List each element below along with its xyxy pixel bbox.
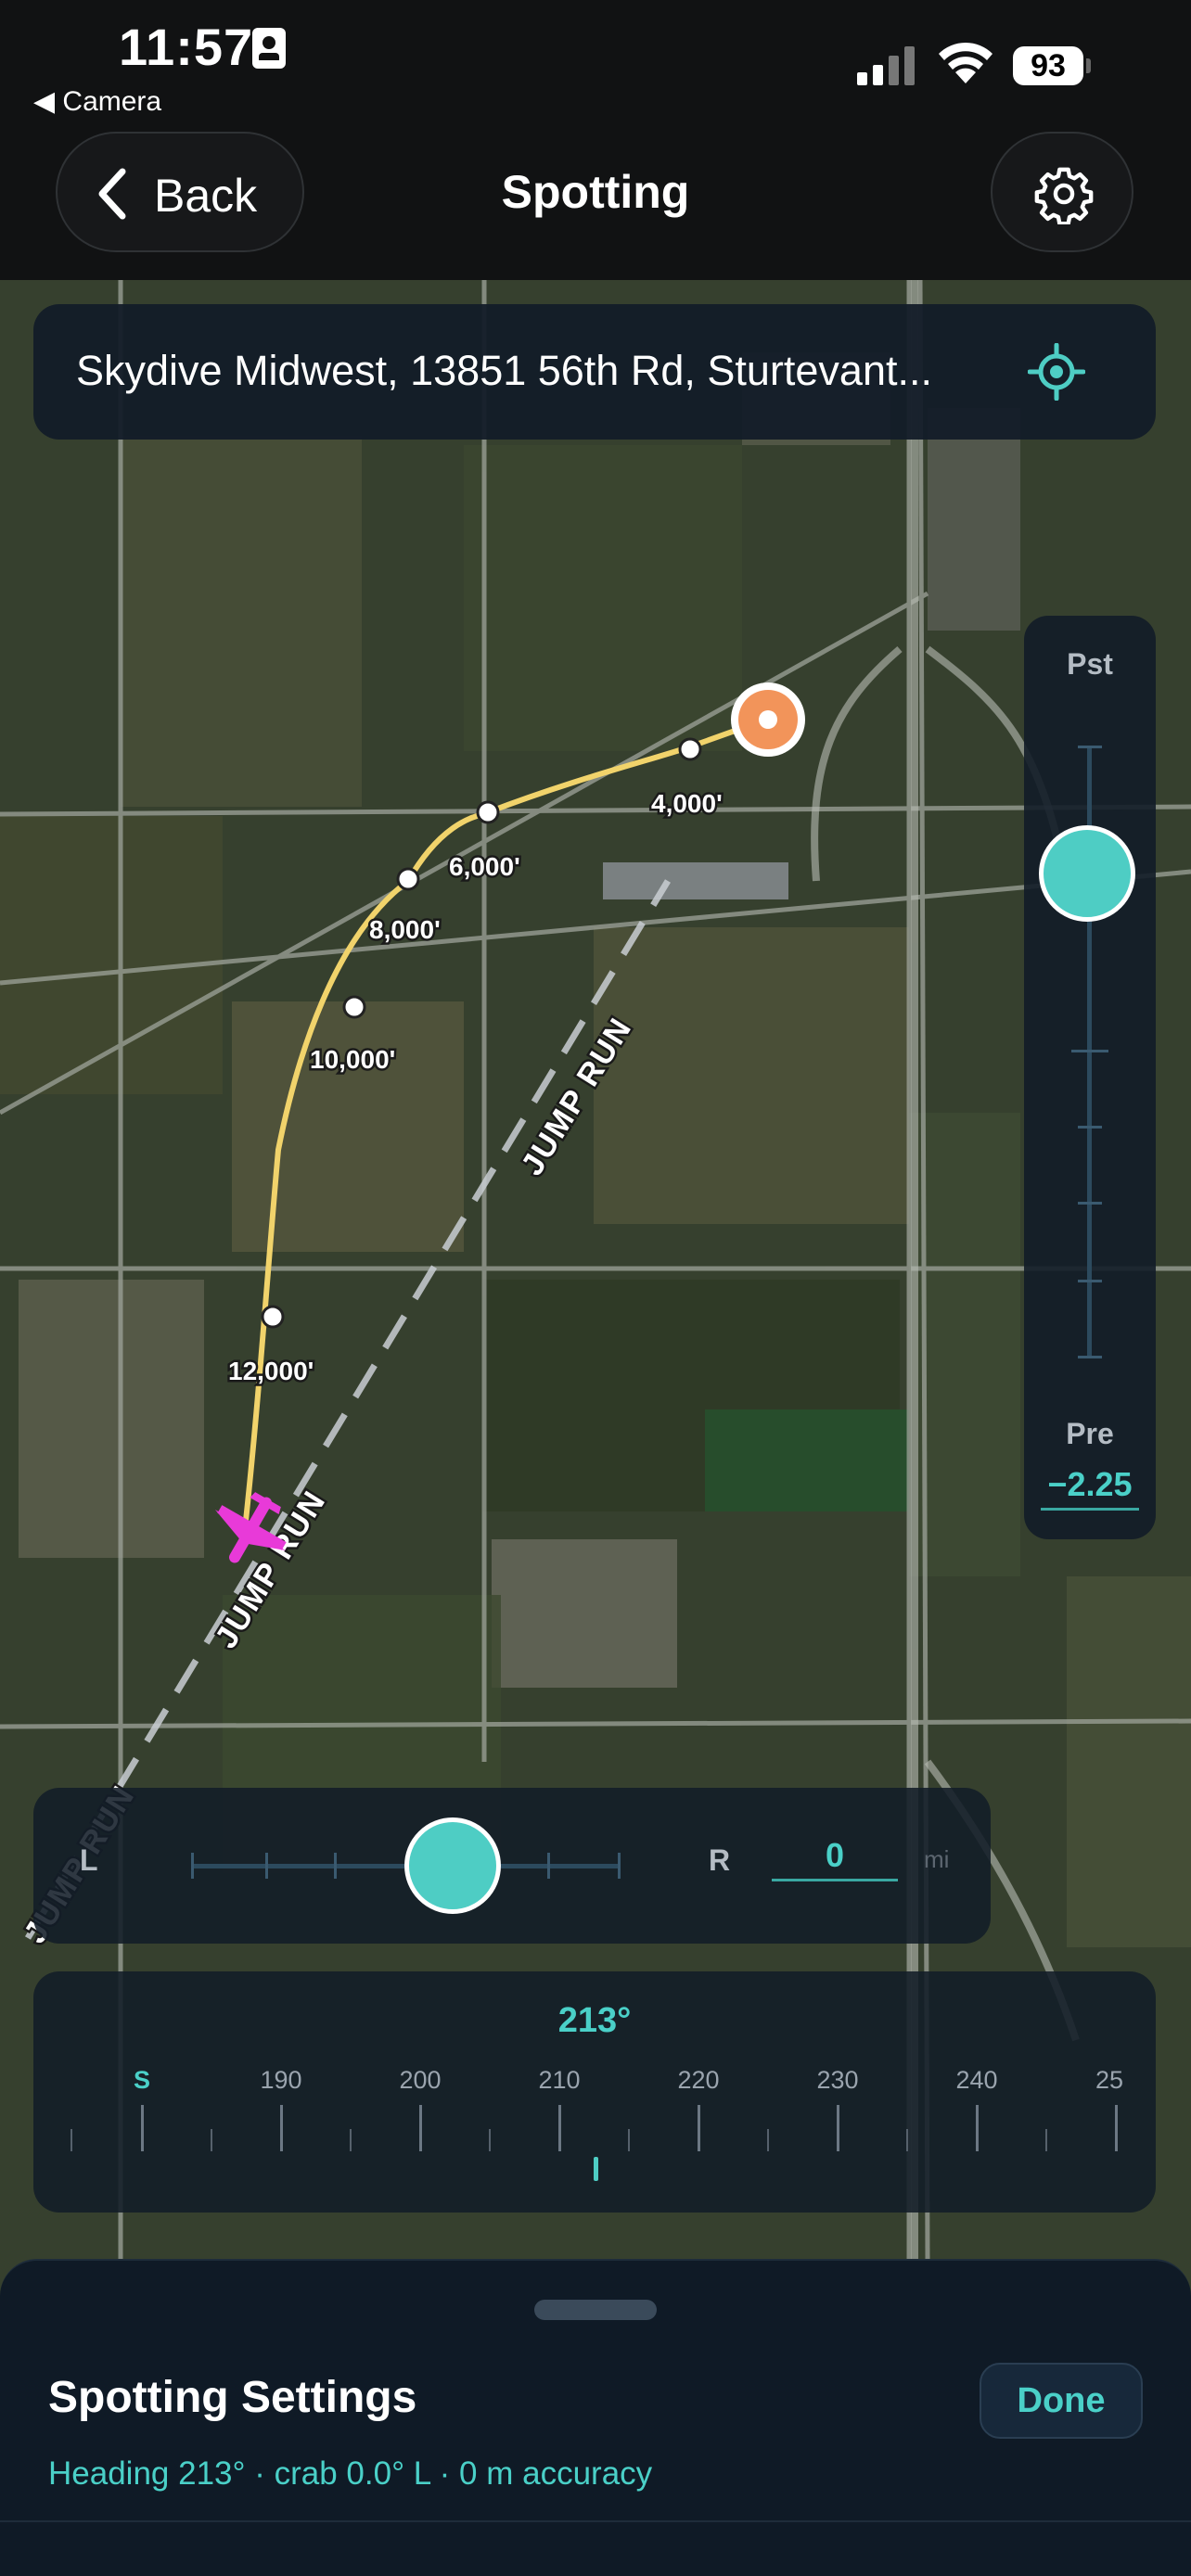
sheet-title: Spotting Settings: [48, 2373, 417, 2422]
lateral-offset-slider[interactable]: L R 0 mi: [33, 1788, 991, 1944]
compass-tick: [1115, 2105, 1118, 2151]
marker-4000: [678, 737, 702, 761]
spot-offset-value[interactable]: −2.25: [1041, 1465, 1139, 1511]
slider-tick: [191, 1853, 194, 1879]
location-search-bar[interactable]: Skydive Midwest, 13851 56th Rd, Sturteva…: [33, 304, 1156, 440]
top-bar: 11:57 ◀ Camera 93 Back Spotting: [0, 0, 1191, 280]
compass-tick: [837, 2105, 839, 2151]
spotting-settings-sheet: Spotting Settings Done Heading 213° · cr…: [0, 2259, 1191, 2576]
compass-tick: [419, 2105, 422, 2151]
compass-tick-label: 220: [677, 2066, 720, 2094]
compass-tick: [489, 2129, 491, 2151]
slider-tick: [1071, 1050, 1108, 1052]
drift-path: [243, 717, 768, 1522]
compass-tick: [350, 2129, 352, 2151]
right-label: R: [709, 1843, 731, 1877]
slider-bottom-label: Pre: [1066, 1417, 1114, 1450]
compass-tick-label: 190: [260, 2066, 302, 2094]
heading-indicator: [594, 2157, 598, 2181]
slider-tick: [1078, 1356, 1102, 1358]
wifi-icon: [939, 42, 992, 83]
slider-tick: [618, 1853, 621, 1879]
spot-offset-slider[interactable]: Pst Pre −2.25: [1024, 616, 1156, 1539]
slider-tick: [547, 1853, 550, 1879]
lateral-slider-thumb[interactable]: [404, 1817, 501, 1914]
cellular-signal-icon: [857, 46, 915, 85]
locate-crosshair-icon[interactable]: [1028, 343, 1085, 401]
jump-run-line: [25, 879, 671, 1940]
slider-tick: [1078, 1280, 1102, 1282]
id-badge-icon: [252, 28, 286, 69]
sheet-summary: Heading 213° · crab 0.0° L · 0 m accurac…: [48, 2455, 653, 2492]
heading-compass[interactable]: 213° S 190 200 210 220 230 240 25: [33, 1971, 1156, 2213]
compass-tick: [1045, 2129, 1047, 2151]
slider-tick: [1078, 1202, 1102, 1205]
heading-value: 213°: [557, 2001, 632, 2040]
gear-icon: [1034, 167, 1094, 224]
compass-tick-label: 230: [816, 2066, 859, 2094]
slider-top-label: Pst: [1067, 647, 1113, 681]
compass-tick-label: 25: [1095, 2066, 1124, 2094]
compass-tick-label: 210: [538, 2066, 581, 2094]
left-label: L: [80, 1843, 98, 1877]
marker-8000: [396, 867, 420, 891]
altitude-label-6000: 6,000': [449, 852, 520, 881]
back-to-app-label: Camera: [62, 86, 162, 117]
compass-tick: [70, 2129, 72, 2151]
altitude-label-10000: 10,000': [310, 1045, 395, 1074]
location-address: Skydive Midwest, 13851 56th Rd, Sturteva…: [76, 347, 932, 394]
lateral-offset-unit: mi: [924, 1845, 950, 1873]
compass-tick: [976, 2105, 979, 2151]
battery-indicator: 93: [1013, 46, 1091, 85]
divider: [0, 2520, 1191, 2522]
marker-12000: [261, 1305, 285, 1329]
altitude-label-12000: 12,000': [228, 1357, 314, 1385]
compass-tick: [558, 2105, 561, 2151]
compass-tick-label: 240: [955, 2066, 998, 2094]
settings-button[interactable]: [991, 132, 1133, 252]
compass-tick: [628, 2129, 630, 2151]
compass-tick: [280, 2105, 283, 2151]
altitude-label-8000: 8,000': [369, 915, 441, 944]
landing-target-icon[interactable]: [731, 682, 805, 757]
compass-tick: [906, 2129, 908, 2151]
compass-tick-label: S: [133, 2066, 151, 2094]
back-to-app-link[interactable]: ◀ Camera: [33, 85, 161, 118]
slider-thumb[interactable]: [1039, 825, 1135, 922]
spotting-screen: 4,000' 6,000' 8,000' 10,000' 12,000' JUM…: [0, 0, 1191, 2576]
altitude-label-4000: 4,000': [651, 789, 723, 818]
slider-tick: [1078, 746, 1102, 748]
compass-tick-label: 200: [399, 2066, 442, 2094]
compass-tick: [211, 2129, 212, 2151]
slider-tick: [334, 1853, 337, 1879]
sheet-grabber[interactable]: [534, 2300, 657, 2320]
slider-tick: [1078, 1126, 1102, 1129]
marker-6000: [476, 800, 500, 824]
done-button[interactable]: Done: [980, 2363, 1143, 2439]
status-time: 11:57: [119, 18, 254, 76]
slider-tick: [265, 1853, 268, 1879]
marker-10000: [342, 995, 366, 1019]
compass-tick: [141, 2105, 144, 2151]
compass-tick: [698, 2105, 700, 2151]
lateral-offset-value[interactable]: 0: [772, 1836, 898, 1881]
compass-tick: [767, 2129, 769, 2151]
